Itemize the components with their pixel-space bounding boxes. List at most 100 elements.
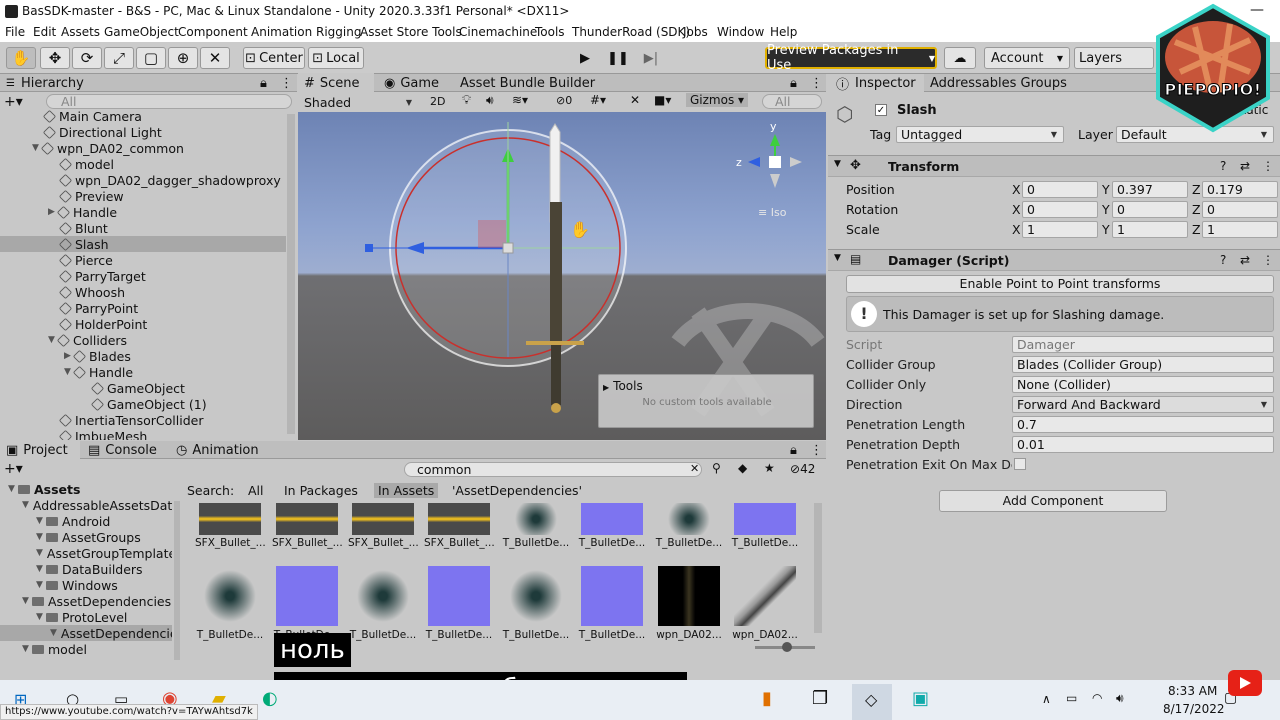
hierarchy-tab[interactable]: ☰ Hierarchy <box>6 74 84 93</box>
app-icon[interactable]: ▮ <box>762 688 772 709</box>
expand-arrow-icon[interactable]: ▼ <box>8 484 18 494</box>
scope-all[interactable]: All <box>248 483 264 498</box>
unity-taskbar-icon[interactable]: ◇ <box>852 684 892 720</box>
asset-thumbnail[interactable] <box>352 503 414 535</box>
hierarchy-item[interactable]: ▶ Handle <box>0 204 286 220</box>
damager-prop-field[interactable]: Blades (Collider Group) <box>1012 356 1274 373</box>
expand-arrow-icon[interactable]: ▼ <box>36 516 46 526</box>
menu-jobs[interactable]: Jobs <box>683 25 708 39</box>
transform-tool-icon[interactable]: ⊕ <box>168 47 198 69</box>
asset-thumbnail[interactable] <box>658 503 720 535</box>
camera-icon[interactable]: ■▾ <box>654 93 671 107</box>
asset-thumbnail[interactable] <box>428 566 490 626</box>
asset-grid-scrollbar[interactable] <box>814 503 822 633</box>
transform-z-field[interactable]: 0 <box>1202 201 1278 218</box>
tab-scene[interactable]: # Scene <box>298 73 374 93</box>
tab-inspector[interactable]: ⓘ Inspector <box>828 74 924 93</box>
project-folder-item[interactable]: ▼ AssetGroupTemplates <box>0 545 172 561</box>
damager-prop-field[interactable]: Forward And Backward <box>1012 396 1274 413</box>
expand-arrow-icon[interactable]: ▼ <box>22 596 32 606</box>
damager-prop-field[interactable]: Damager <box>1012 336 1274 353</box>
asset-thumbnail[interactable] <box>199 503 261 535</box>
hierarchy-scrollbar[interactable] <box>287 114 295 434</box>
scale-tool-icon[interactable]: ⤢ <box>104 47 134 69</box>
volume-icon[interactable]: 🔊︎ <box>1116 691 1124 706</box>
menu-asset-store-tools[interactable]: Asset Store Tools <box>360 25 462 39</box>
hierarchy-item[interactable]: Pierce <box>0 252 286 268</box>
tools-icon[interactable]: ✕ <box>630 93 640 107</box>
menu-assets[interactable]: Assets <box>61 25 100 39</box>
wifi-icon[interactable]: ◠ <box>1092 691 1102 705</box>
project-folder-item[interactable]: ▼ model <box>0 641 172 657</box>
edge-icon[interactable]: ◐ <box>262 688 278 709</box>
create-icon[interactable]: +▾ <box>4 461 23 477</box>
hierarchy-item[interactable]: Blunt <box>0 220 286 236</box>
project-folder-item[interactable]: ▼ Android <box>0 513 172 529</box>
axis-z-label[interactable]: Z <box>1192 182 1201 197</box>
transform-x-field[interactable]: 0 <box>1022 181 1098 198</box>
menu-tools[interactable]: Tools <box>535 25 565 39</box>
lock-icon[interactable]: 🔒︎ <box>790 441 797 460</box>
project-folder-item[interactable]: ▼ AssetDependencies <box>0 593 172 609</box>
tab-addressables-groups[interactable]: Addressables Groups <box>930 74 1067 93</box>
enable-p2p-button[interactable]: Enable Point to Point transforms <box>846 275 1274 293</box>
tab-game[interactable]: ◉ Game <box>384 73 439 93</box>
penetration-exit-checkbox[interactable] <box>1014 458 1026 470</box>
transform-x-field[interactable]: 0 <box>1022 201 1098 218</box>
project-folder-item[interactable]: ▼ AssetGroups <box>0 529 172 545</box>
projection-label[interactable]: ≡ Iso <box>758 206 786 219</box>
hierarchy-item[interactable]: Slash <box>0 236 286 252</box>
object-name-field[interactable]: Slash <box>897 103 937 118</box>
project-folder-item[interactable]: ▼ DataBuilders <box>0 561 172 577</box>
scene-search-input[interactable]: All <box>762 94 822 109</box>
expand-arrow-icon[interactable]: ▼ <box>36 548 43 558</box>
kebab-menu-icon[interactable]: ⋮ <box>810 441 823 460</box>
axis-z-label[interactable]: Z <box>1192 222 1201 237</box>
pivot-center-toggle[interactable]: ⊡ Center <box>243 47 305 69</box>
damager-header[interactable]: ▼ ▤ Damager (Script) ? ⇄ ⋮ <box>828 249 1280 271</box>
asset-thumbnail[interactable] <box>428 503 490 535</box>
rect-tool-icon[interactable]: ▢ <box>136 47 166 69</box>
tab-asset-bundle-builder[interactable]: Asset Bundle Builder <box>460 73 595 93</box>
transform-header[interactable]: ▼ ✥ Transform ? ⇄ ⋮ <box>828 155 1280 177</box>
scene-viewport[interactable]: y z ≡ Iso ✋ ▶ Tools No custom tools avail… <box>298 112 826 440</box>
project-folder-item[interactable]: ▼ AddressableAssetsData <box>0 497 172 513</box>
project-folder-item[interactable]: ▼ Assets <box>0 481 172 497</box>
asset-thumbnail[interactable] <box>505 503 567 535</box>
layers-dropdown[interactable]: Layers <box>1074 47 1154 69</box>
expand-arrow-icon[interactable]: ▼ <box>22 644 32 654</box>
audio-icon[interactable]: 🔊︎ <box>486 93 494 108</box>
asset-thumbnail[interactable] <box>505 566 567 626</box>
expand-arrow-icon[interactable]: ▼ <box>834 253 841 263</box>
preset-icon[interactable]: ⇄ <box>1240 159 1250 173</box>
asset-thumbnail[interactable] <box>352 566 414 626</box>
active-checkbox[interactable]: ✓ <box>875 104 887 116</box>
asset-thumbnail[interactable] <box>581 503 643 535</box>
kebab-menu-icon[interactable]: ⋮ <box>1262 159 1274 173</box>
transform-z-field[interactable]: 1 <box>1202 221 1278 238</box>
grid-icon[interactable]: #▾ <box>590 93 606 107</box>
hierarchy-item[interactable]: Whoosh <box>0 284 286 300</box>
hierarchy-item[interactable]: ImbueMesh <box>0 428 286 440</box>
battery-icon[interactable]: ▭ <box>1066 691 1077 705</box>
help-icon[interactable]: ? <box>1220 159 1226 173</box>
favorites-icon[interactable]: ★ <box>764 461 775 475</box>
shading-dropdown[interactable]: Shaded <box>300 94 418 111</box>
menu-window[interactable]: Window <box>717 25 764 39</box>
orientation-gizmo[interactable]: y z <box>736 120 802 188</box>
menu-animation-rigging[interactable]: Animation Rigging <box>251 25 361 39</box>
menu-help[interactable]: Help <box>770 25 797 39</box>
hierarchy-item[interactable]: ParryTarget <box>0 268 286 284</box>
pause-button[interactable]: ❚❚ <box>603 47 633 69</box>
axis-y-label[interactable]: Y <box>1102 222 1110 237</box>
axis-x-label[interactable]: X <box>1012 222 1021 237</box>
effects-icon[interactable]: ≋▾ <box>512 93 528 107</box>
axis-y-label[interactable]: Y <box>1102 182 1110 197</box>
hierarchy-item[interactable]: Directional Light <box>0 124 286 140</box>
hidden-objects-icon[interactable]: ⊘0 <box>556 94 572 107</box>
axis-x-label[interactable]: X <box>1012 202 1021 217</box>
filter-label-icon[interactable]: ◆ <box>738 461 747 475</box>
expand-arrow-icon[interactable]: ▼ <box>36 532 46 542</box>
tag-dropdown[interactable]: Untagged <box>896 126 1064 143</box>
transform-x-field[interactable]: 1 <box>1022 221 1098 238</box>
